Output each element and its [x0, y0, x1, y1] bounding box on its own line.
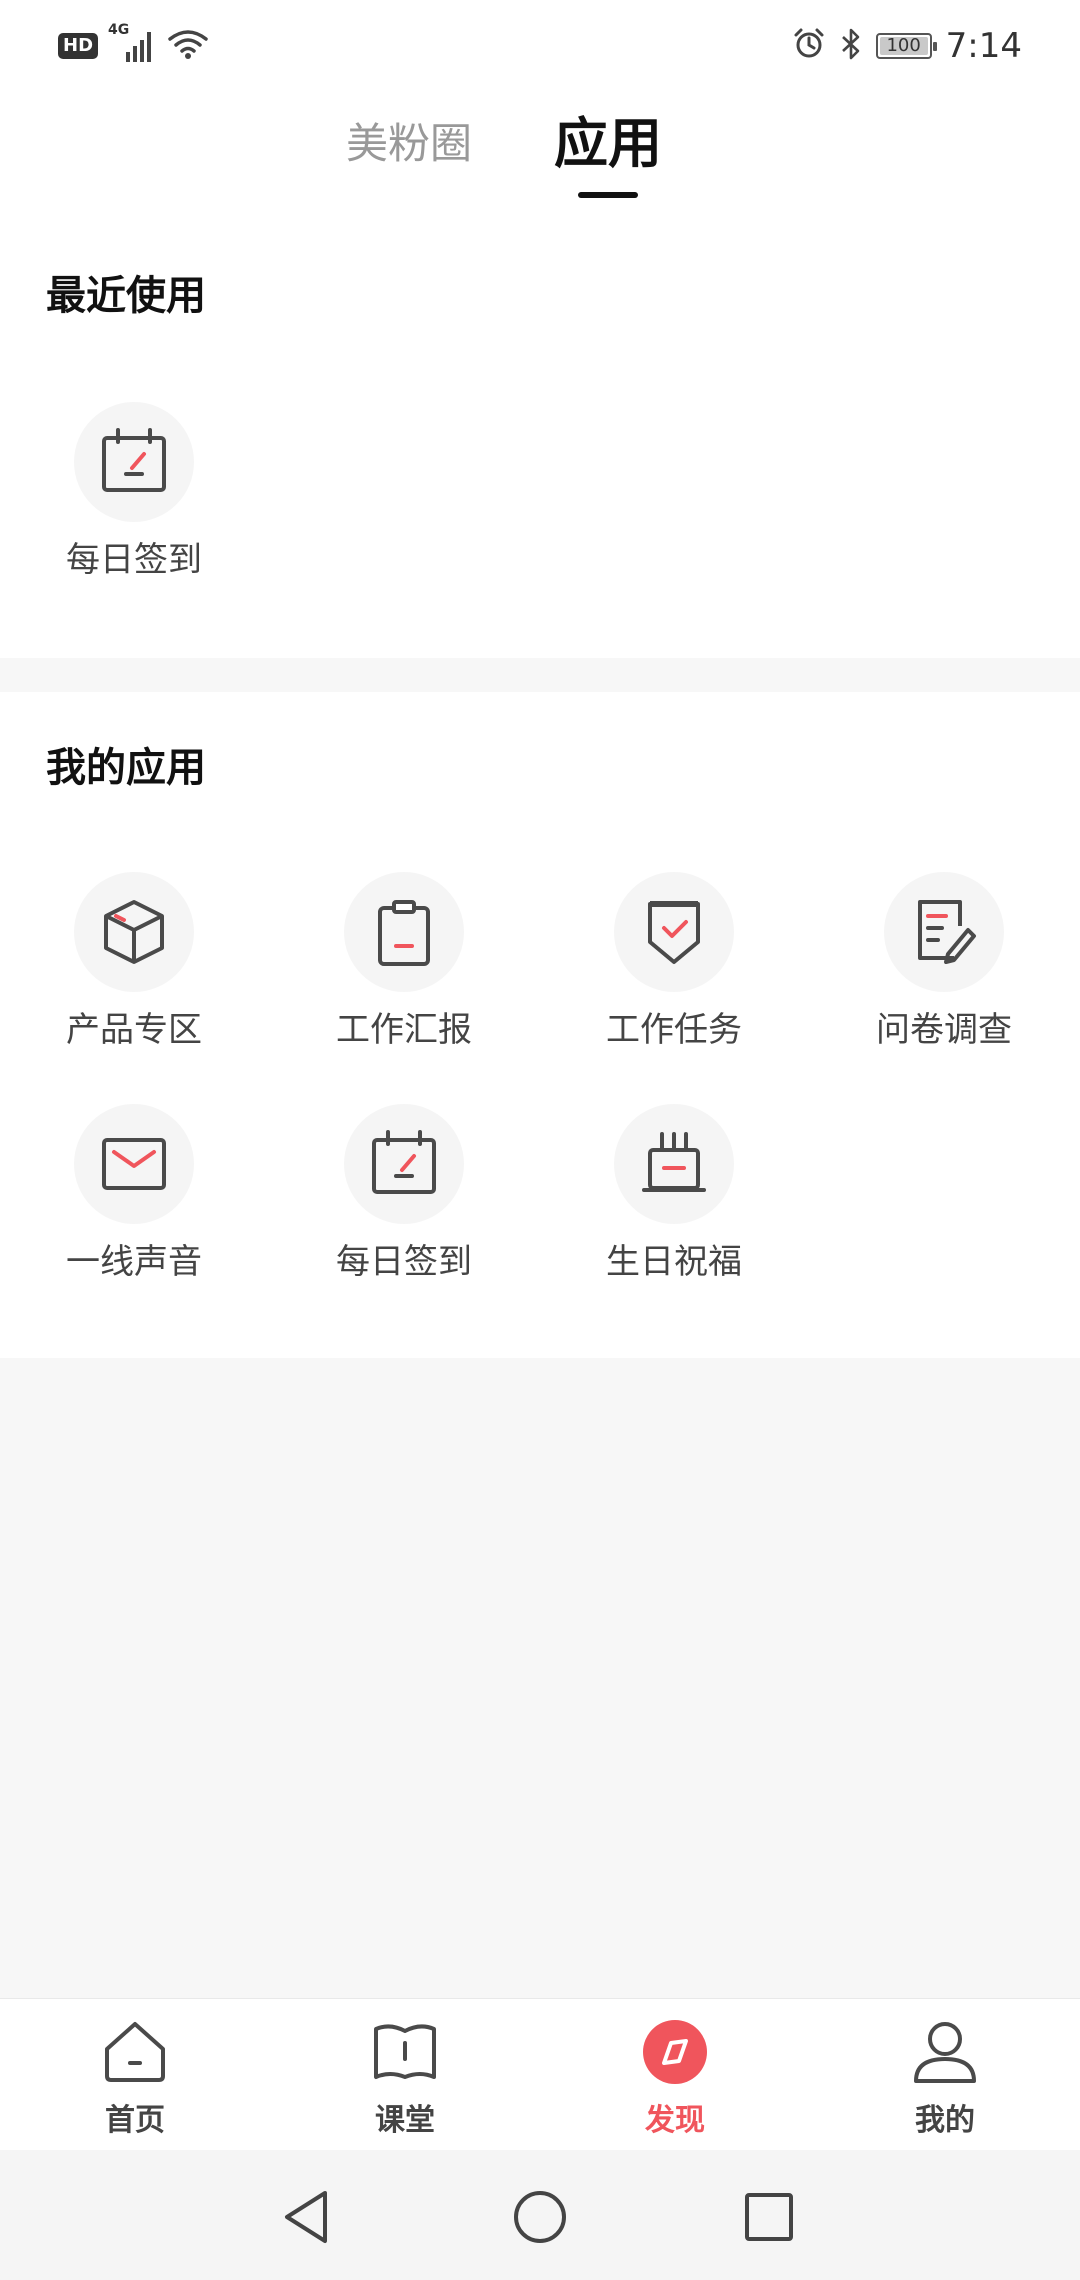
recent-section-title: 最近使用: [46, 273, 206, 319]
app-label: 工作任务: [606, 1010, 742, 1050]
cube-icon: [74, 872, 194, 992]
alarm-icon: [792, 27, 826, 65]
battery-level: 100: [886, 35, 921, 56]
nav-label: 我的: [915, 2103, 975, 2138]
nav-classroom[interactable]: 课堂: [270, 1999, 540, 2151]
signal-icon: 4G: [108, 22, 158, 64]
home-icon: [102, 2019, 168, 2085]
cake-icon: [614, 1104, 734, 1224]
status-bar: HD 4G 100 7:14: [0, 0, 1080, 92]
section-divider: [0, 658, 1080, 692]
top-tabs: 美粉圈 应用: [0, 96, 1080, 206]
empty-area: [0, 1358, 1080, 1998]
wifi-icon: [168, 27, 208, 65]
app-label: 每日签到: [66, 540, 202, 580]
compass-icon: [642, 2019, 708, 2085]
clock: 7:14: [945, 26, 1022, 66]
battery-icon: 100: [875, 33, 937, 59]
my-apps-section-title: 我的应用: [46, 745, 206, 791]
shield-check-icon: [614, 872, 734, 992]
nav-home[interactable]: 首页: [0, 1999, 270, 2151]
tab-apps[interactable]: 应用: [554, 114, 662, 174]
app-tile-birthday-wishes[interactable]: 生日祝福: [562, 1104, 786, 1304]
app-tile-survey[interactable]: 问卷调查: [832, 872, 1056, 1072]
app-label: 产品专区: [66, 1010, 202, 1050]
app-tile-product-zone[interactable]: 产品专区: [22, 872, 246, 1072]
app-tile-frontline-voice[interactable]: 一线声音: [22, 1104, 246, 1304]
app-label: 问卷调查: [876, 1010, 1012, 1050]
nav-label: 首页: [105, 2103, 165, 2138]
app-tile-recent-daily-signin[interactable]: 每日签到: [22, 402, 246, 602]
tab-active-indicator: [578, 192, 638, 198]
survey-pen-icon: [884, 872, 1004, 992]
app-label: 一线声音: [66, 1242, 202, 1282]
calendar-sign-icon: [74, 402, 194, 522]
app-tile-work-report[interactable]: 工作汇报: [292, 872, 516, 1072]
nav-mine[interactable]: 我的: [810, 1999, 1080, 2151]
app-label: 工作汇报: [336, 1010, 472, 1050]
system-nav-bar: [0, 2150, 1080, 2280]
user-icon: [912, 2019, 978, 2085]
app-label: 生日祝福: [606, 1242, 742, 1282]
recents-icon[interactable]: [734, 2182, 804, 2252]
nav-label: 课堂: [375, 2103, 435, 2138]
app-tile-work-task[interactable]: 工作任务: [562, 872, 786, 1072]
hd-badge: HD: [58, 33, 99, 59]
bottom-nav: 首页 课堂 发现 我的: [0, 1998, 1080, 2151]
back-icon[interactable]: [272, 2182, 342, 2252]
app-label: 每日签到: [336, 1242, 472, 1282]
calendar-sign-icon: [344, 1104, 464, 1224]
mail-icon: [74, 1104, 194, 1224]
bluetooth-icon: [840, 27, 862, 65]
status-right: 100 7:14: [792, 22, 1022, 70]
tab-meifenquan[interactable]: 美粉圈: [346, 114, 472, 174]
home-button-icon[interactable]: [505, 2182, 575, 2252]
nav-label: 发现: [645, 2103, 705, 2138]
status-left: HD 4G: [58, 22, 208, 68]
app-tile-daily-signin[interactable]: 每日签到: [292, 1104, 516, 1304]
nav-discover[interactable]: 发现: [540, 1999, 810, 2151]
clipboard-icon: [344, 872, 464, 992]
book-icon: [372, 2019, 438, 2085]
